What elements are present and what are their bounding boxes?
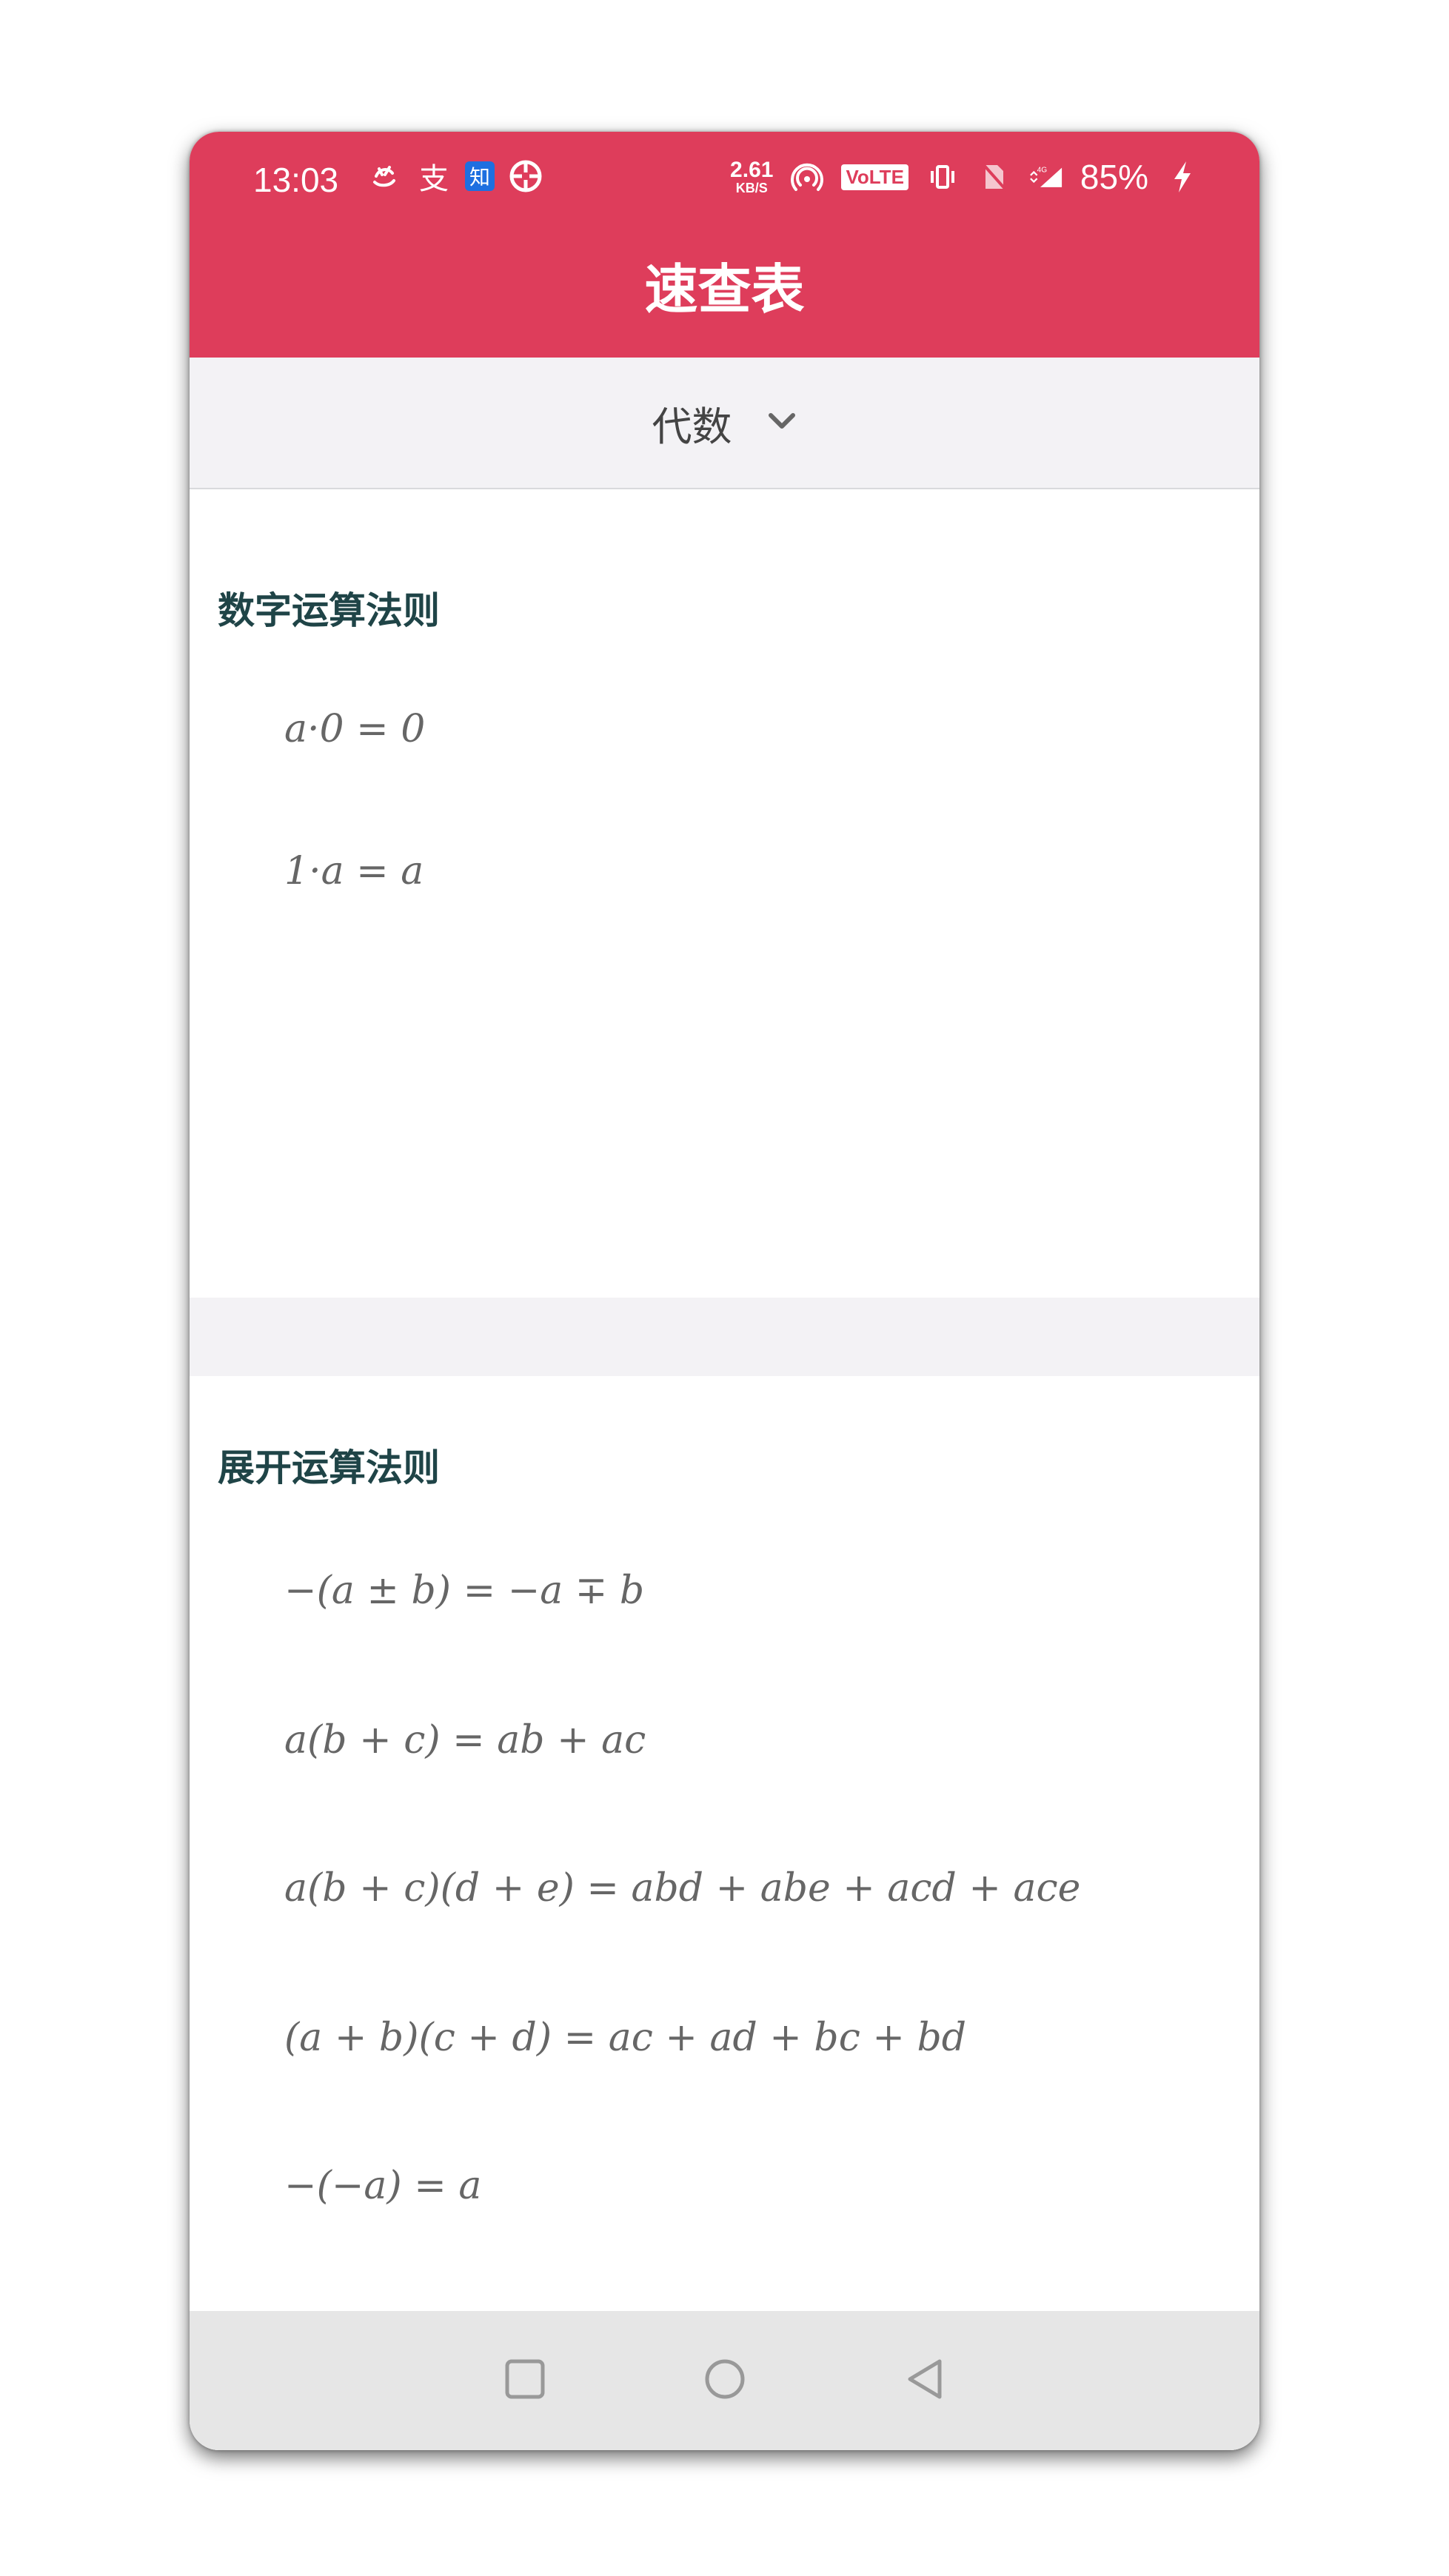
page-title: 速查表	[644, 258, 805, 321]
formula: a(b + c)(d + e) = abd + abe + acd + ace	[284, 1866, 1081, 1911]
aperture-icon	[508, 158, 543, 194]
status-bar: 13:03 支 知 2.61 KB/S VoLTE 4G 85%	[190, 132, 1259, 217]
notification-icons: 支 知	[367, 158, 543, 196]
status-time: 13:03	[253, 161, 339, 199]
charging-icon	[1165, 159, 1200, 195]
formula: a(b + c) = ab + ac	[284, 1718, 646, 1762]
formula: −(−a) = a	[284, 2164, 482, 2208]
net-speed: 2.61 KB/S	[730, 159, 773, 195]
recent-apps-icon[interactable]	[503, 2357, 547, 2404]
zhihu-icon: 知	[465, 161, 495, 191]
volte-badge: VoLTE	[841, 164, 908, 190]
cheat-sheet-content[interactable]: 数字运算法则 a·0 = 0 1·a = a 展开运算法则 −(a ± b) =…	[190, 489, 1259, 2336]
category-dropdown-label: 代数	[652, 403, 732, 450]
section-title: 展开运算法则	[218, 1446, 440, 1489]
net-speed-value: 2.61	[730, 158, 774, 182]
back-icon[interactable]	[903, 2357, 947, 2404]
chevron-down-icon	[766, 411, 797, 435]
net-speed-unit: KB/S	[735, 181, 768, 195]
svg-text:4G: 4G	[1037, 166, 1048, 174]
system-nav-bar	[190, 2311, 1259, 2450]
section-divider	[190, 1298, 1259, 1376]
formula: −(a ± b) = −a ∓ b	[284, 1569, 645, 1613]
app-header: 速查表	[190, 217, 1259, 358]
phone-screen: 13:03 支 知 2.61 KB/S VoLTE 4G 85% 速查表 代数 …	[190, 132, 1259, 2450]
no-sim-icon	[977, 159, 1012, 195]
signal-4g-icon: 4G	[1028, 159, 1064, 195]
vibrate-icon	[925, 159, 960, 195]
alipay-icon: 支	[419, 162, 449, 196]
home-button-icon[interactable]	[703, 2357, 747, 2404]
battery-percent: 85%	[1080, 158, 1148, 196]
formula: a·0 = 0	[284, 707, 426, 751]
hotspot-icon	[789, 159, 825, 195]
uc-browser-icon	[367, 158, 403, 194]
category-dropdown[interactable]: 代数	[190, 358, 1259, 489]
section-title: 数字运算法则	[218, 589, 440, 632]
status-right: 2.61 KB/S VoLTE 4G 85%	[730, 157, 1200, 197]
formula: 1·a = a	[284, 849, 424, 893]
formula: (a + b)(c + d) = ac + ad + bc + bd	[284, 2016, 967, 2060]
